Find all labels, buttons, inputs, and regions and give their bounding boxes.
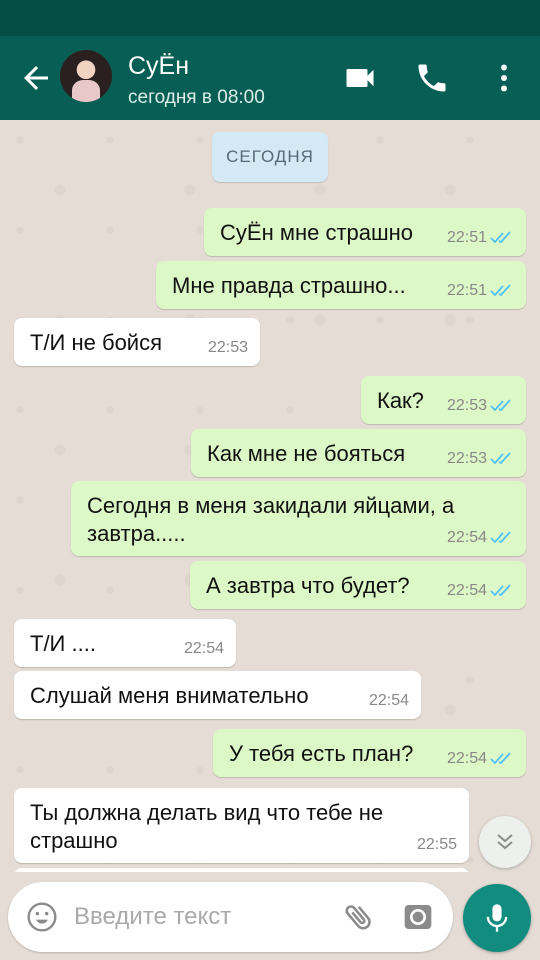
message-text: Как?	[377, 388, 424, 413]
read-ticks-icon	[490, 584, 511, 597]
message-list[interactable]: СЕГОДНЯ СуЁн мне страшно 22:51 Мне правд…	[0, 120, 540, 872]
phone-icon	[418, 64, 446, 92]
scroll-to-bottom-button[interactable]	[479, 816, 531, 868]
date-separator: СЕГОДНЯ	[212, 132, 328, 182]
message-time: 22:54	[446, 529, 487, 546]
message-bubble-outgoing[interactable]: Сегодня в меня закидали яйцами, а завтра…	[71, 481, 526, 556]
message-bubble-outgoing[interactable]: Мне правда страшно... 22:51	[156, 261, 526, 309]
message-text: А завтра что будет?	[206, 573, 410, 598]
camera-icon	[404, 905, 432, 929]
message-bubble-outgoing[interactable]: Как? 22:53	[361, 376, 526, 424]
contact-last-seen: сегодня в 08:00	[128, 87, 265, 108]
message-text: Мне правда страшно...	[172, 273, 406, 298]
video-call-button[interactable]	[342, 60, 378, 96]
chevron-double-down-icon	[497, 834, 513, 850]
message-composer	[8, 882, 453, 952]
microphone-icon	[486, 904, 508, 932]
emoji-button[interactable]	[26, 901, 58, 933]
emoji-icon	[27, 902, 57, 932]
message-meta: 22:55	[417, 836, 457, 854]
attach-button[interactable]	[342, 900, 376, 934]
read-ticks-icon	[490, 752, 511, 765]
message-text: СуЁн мне страшно	[220, 220, 414, 245]
message-bubble-incoming[interactable]: Ты должна делать вид что тебе не страшно…	[14, 788, 469, 863]
message-time: 22:53	[207, 339, 248, 356]
status-bar	[0, 0, 540, 36]
arrow-left-icon	[24, 66, 48, 90]
more-vertical-icon	[501, 64, 507, 92]
menu-button[interactable]	[486, 60, 522, 96]
message-time: 22:54	[446, 582, 487, 599]
message-text: Как мне не бояться	[207, 441, 406, 466]
voice-call-button[interactable]	[414, 60, 450, 96]
message-time: 22:51	[446, 282, 487, 299]
voice-message-button[interactable]	[463, 884, 531, 952]
message-input[interactable]	[74, 897, 324, 937]
contact-name[interactable]: СуЁн	[128, 52, 189, 81]
message-meta: 22:51	[447, 282, 514, 300]
message-bubble-incoming[interactable]: Слушай меня внимательно 22:54	[14, 671, 421, 719]
read-ticks-icon	[490, 399, 511, 412]
message-time: 22:55	[416, 836, 457, 853]
message-text: Ты должна делать вид что тебе не страшно	[30, 800, 384, 853]
chat-header: СуЁн сегодня в 08:00	[0, 36, 540, 120]
message-meta: 22:54	[369, 692, 409, 710]
message-time: 22:54	[183, 640, 224, 657]
message-bubble-incoming[interactable]: Т/И не бойся 22:53	[14, 318, 260, 366]
message-time: 22:53	[446, 397, 487, 414]
message-bubble-outgoing[interactable]: А завтра что будет? 22:54	[190, 561, 526, 609]
message-time: 22:51	[446, 229, 487, 246]
message-meta: 22:54	[447, 582, 514, 600]
message-bubble-incoming[interactable]: Т/И .... 22:54	[14, 619, 236, 667]
video-camera-icon	[346, 69, 374, 87]
message-meta: 22:54	[447, 529, 514, 547]
message-text: Т/И не бойся	[30, 330, 163, 355]
message-bubble-incoming-partial	[14, 868, 469, 872]
message-meta: 22:53	[208, 339, 248, 357]
camera-button[interactable]	[402, 901, 434, 933]
message-text: Сегодня в меня закидали яйцами, а завтра…	[87, 493, 455, 546]
message-bubble-outgoing[interactable]: Как мне не бояться 22:53	[191, 429, 526, 477]
message-text: У тебя есть план?	[229, 741, 414, 766]
message-time: 22:53	[446, 450, 487, 467]
message-bubble-outgoing[interactable]: СуЁн мне страшно 22:51	[204, 208, 526, 256]
message-meta: 22:51	[447, 229, 514, 247]
message-text: Т/И ....	[30, 631, 96, 656]
message-meta: 22:53	[447, 450, 514, 468]
read-ticks-icon	[490, 231, 511, 244]
message-bubble-outgoing[interactable]: У тебя есть план? 22:54	[213, 729, 526, 777]
message-time: 22:54	[446, 750, 487, 767]
contact-avatar[interactable]	[60, 50, 112, 102]
message-time: 22:54	[368, 692, 409, 709]
message-meta: 22:54	[184, 640, 224, 658]
read-ticks-icon	[490, 531, 511, 544]
back-button[interactable]	[18, 60, 54, 96]
read-ticks-icon	[490, 284, 511, 297]
read-ticks-icon	[490, 452, 511, 465]
message-text: Слушай меня внимательно	[30, 683, 309, 708]
message-meta: 22:54	[447, 750, 514, 768]
message-meta: 22:53	[447, 397, 514, 415]
paperclip-icon	[345, 905, 371, 930]
